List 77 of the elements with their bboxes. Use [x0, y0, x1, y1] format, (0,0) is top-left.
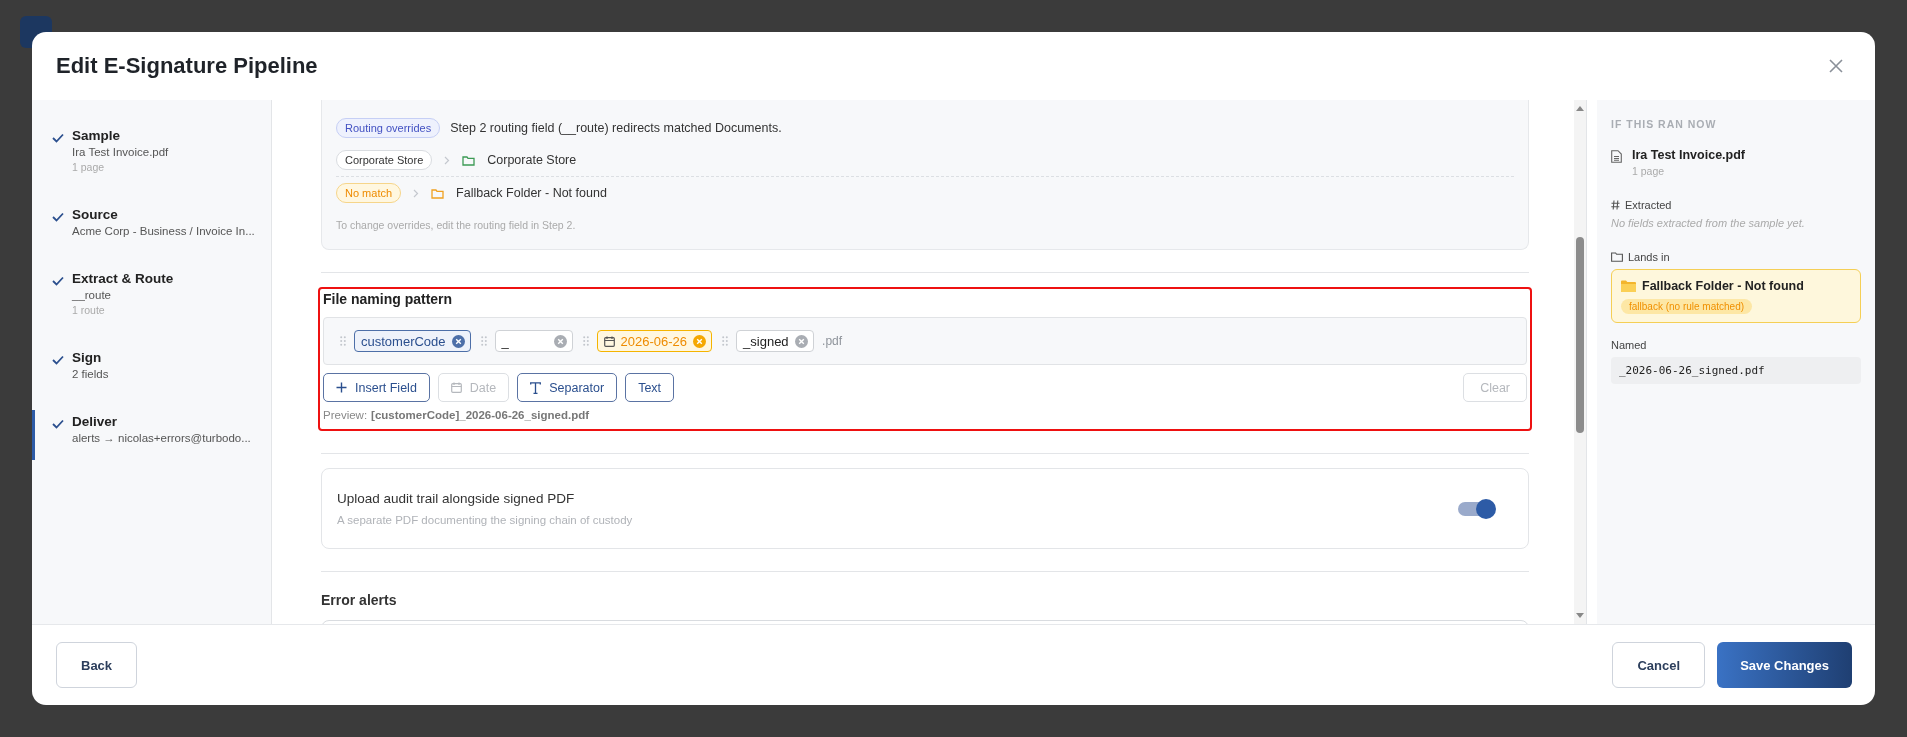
folder-icon: [1611, 252, 1623, 262]
step-item[interactable]: Sign 2 fields: [32, 346, 271, 396]
step-detail: alerts → nicolas+errors@turbodo...: [72, 432, 251, 444]
hash-icon: [1611, 200, 1620, 210]
extension-label: .pdf: [822, 334, 843, 348]
step-title: Source: [72, 207, 119, 222]
rule-destination: Corporate Store: [487, 153, 577, 167]
step-detail: 2 fields: [72, 368, 109, 380]
section-title: Error alerts: [321, 592, 398, 608]
lands-in-label: Lands in: [1628, 251, 1670, 263]
folder-icon: [431, 187, 445, 199]
insert-button[interactable]: Separator: [517, 373, 618, 402]
step-meta: 1 page: [72, 161, 106, 173]
step-item[interactable]: Sample Ira Test Invoice.pdf 1 page: [32, 124, 271, 189]
scroll-up-icon[interactable]: [1576, 106, 1584, 111]
step-item[interactable]: Deliver alerts → nicolas+errors@turbodo...: [32, 410, 271, 460]
cancel-button[interactable]: Cancel: [1612, 642, 1706, 688]
separator-token[interactable]: _: [494, 330, 573, 352]
back-button[interactable]: Back: [56, 642, 138, 688]
step-title: Sign: [72, 350, 103, 365]
remove-icon[interactable]: [451, 334, 465, 348]
routing-hint: To change overrides, edit the routing field in Step 2.: [336, 219, 577, 231]
pattern-field[interactable]: customerCode _ 2026-06-26 _signed .pdf: [323, 317, 1527, 365]
text-type-icon: [530, 381, 542, 394]
document-icon: [1611, 150, 1622, 163]
step-title: Sample: [72, 128, 122, 143]
option-title: Upload audit trail alongside signed PDF: [337, 491, 576, 506]
plus-icon: [336, 382, 347, 393]
option-description: A separate PDF documenting the signing chain of custody: [337, 514, 634, 526]
drag-handle-icon[interactable]: [340, 336, 346, 346]
insert-button[interactable]: Text: [625, 373, 675, 402]
scrollbar-thumb[interactable]: [1576, 237, 1584, 433]
routing-description: Step 2 routing field (__route) redirects matched Documents.: [450, 121, 782, 135]
folder-icon: [1621, 280, 1636, 292]
step-detail: Ira Test Invoice.pdf: [72, 146, 169, 158]
extracted-label: Extracted: [1625, 199, 1672, 211]
preview-filename: [customerCode]_2026-06-26_signed.pdf: [371, 409, 590, 421]
sample-filename: Ira Test Invoice.pdf: [1632, 148, 1745, 162]
step-item[interactable]: Source Acme Corp - Business / Invoice In...: [32, 203, 271, 253]
empty-message: No fields extracted from the sample yet.: [1611, 217, 1806, 229]
page-count: 1 page: [1632, 165, 1666, 177]
close-icon[interactable]: [1829, 59, 1843, 73]
calendar-icon: [603, 335, 615, 347]
fallback-badge: fallback (no rule matched): [1621, 299, 1753, 314]
remove-icon[interactable]: [553, 334, 567, 348]
routing-badge: Routing overrides: [336, 118, 441, 138]
chevron-icon: [444, 155, 451, 165]
toggle-switch[interactable]: [1458, 501, 1494, 516]
drag-handle-icon[interactable]: [480, 336, 487, 346]
rule-destination: Fallback Folder - Not found: [456, 186, 607, 200]
scrollbar[interactable]: [1574, 100, 1587, 624]
calendar-icon: [450, 382, 462, 393]
preview-label: Preview:: [323, 409, 368, 421]
chevron-icon: [413, 188, 420, 198]
drag-handle-icon[interactable]: [722, 336, 729, 346]
insert-button[interactable]: Insert Field: [323, 373, 430, 402]
step-item[interactable]: Extract & Route __route 1 route: [32, 267, 271, 332]
step-meta: 1 route: [72, 304, 106, 316]
rule-value-tag: No match: [336, 183, 402, 203]
output-filename: _2026-06-26_signed.pdf: [1611, 357, 1861, 384]
step-title: Deliver: [72, 414, 119, 429]
panel-heading: IF THIS RAN NOW: [1611, 118, 1718, 130]
section-title: File naming pattern: [323, 291, 454, 307]
save-button[interactable]: Save Changes: [1717, 642, 1852, 688]
step-title: Extract & Route: [72, 271, 174, 286]
drag-handle-icon[interactable]: [582, 336, 589, 346]
remove-icon[interactable]: [795, 334, 809, 348]
folder-icon: [462, 154, 476, 166]
step-detail: Acme Corp - Business / Invoice In...: [72, 225, 255, 237]
destination-name: Fallback Folder - Not found: [1642, 279, 1804, 293]
rule-value-tag: Corporate Store: [336, 150, 433, 170]
dialog-title: Edit E-Signature Pipeline: [56, 53, 319, 79]
text-token[interactable]: _signed: [736, 330, 815, 352]
scroll-down-icon[interactable]: [1576, 613, 1584, 618]
step-detail: __route: [72, 289, 112, 301]
named-label: Named: [1611, 339, 1648, 351]
field-token[interactable]: customerCode: [354, 330, 471, 352]
